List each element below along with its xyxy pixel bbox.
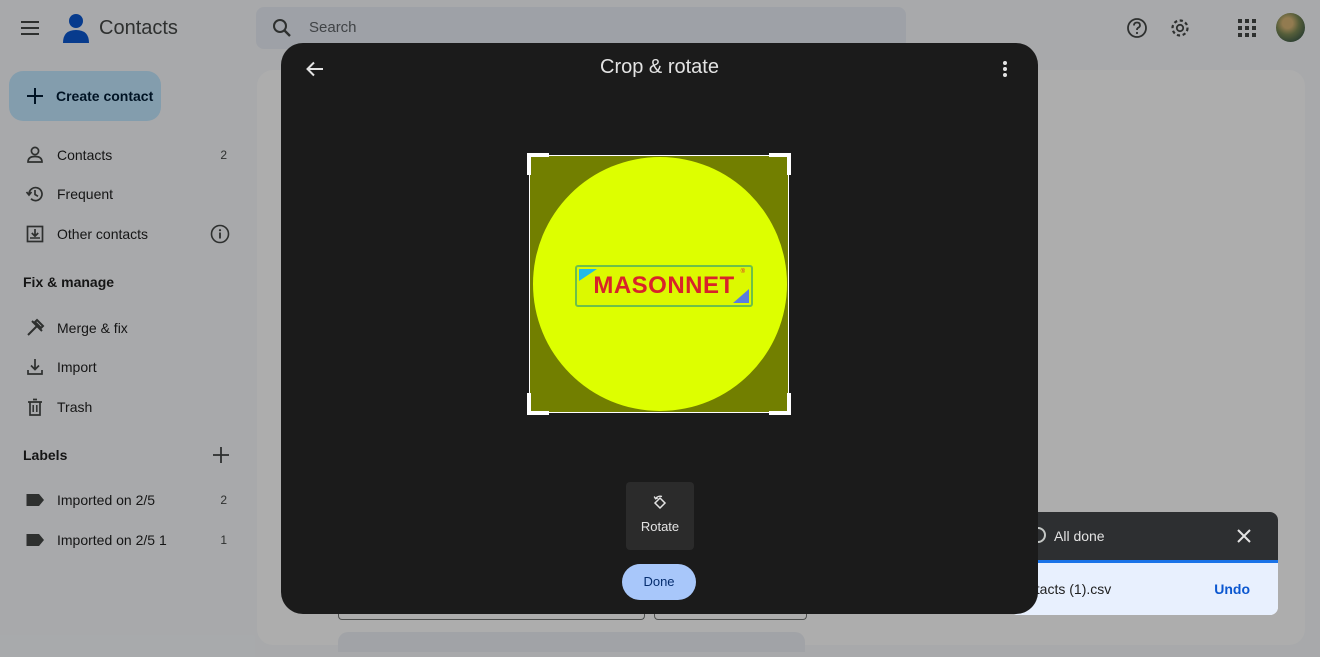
crop-handle-top-right[interactable] (769, 153, 791, 175)
imported-file-name: ntacts (1).csv (1028, 581, 1112, 597)
logo-text: MASONNET (593, 272, 735, 299)
more-vert-icon[interactable] (993, 57, 1017, 81)
done-label: Done (643, 574, 675, 589)
crop-border (530, 155, 788, 156)
snackbar-header: All done (1010, 512, 1278, 560)
crop-border (788, 155, 789, 413)
undo-button[interactable]: Undo (1214, 581, 1250, 597)
snackbar-body: ntacts (1).csv Undo (1010, 563, 1278, 615)
image-circle: ® MASONNET (533, 157, 787, 411)
rotate-button[interactable]: Rotate (626, 482, 694, 550)
crop-rotate-dialog: Crop & rotate ® MASONNET Rotate Done (281, 43, 1038, 614)
import-snackbar: All done ntacts (1).csv Undo (1010, 512, 1278, 615)
crop-handle-bottom-left[interactable] (527, 393, 549, 415)
crop-image-area[interactable]: ® MASONNET (530, 156, 788, 412)
crop-border (530, 412, 788, 413)
crop-handle-bottom-right[interactable] (769, 393, 791, 415)
crop-handle-top-left[interactable] (527, 153, 549, 175)
close-icon[interactable] (1234, 526, 1254, 546)
done-button[interactable]: Done (622, 564, 696, 600)
snackbar-title: All done (1054, 528, 1105, 544)
masonnet-logo: ® MASONNET (575, 265, 753, 307)
dialog-title: Crop & rotate (600, 56, 719, 78)
rotate-label: Rotate (640, 519, 680, 534)
crop-border (529, 155, 530, 413)
rotate-icon (653, 495, 667, 510)
